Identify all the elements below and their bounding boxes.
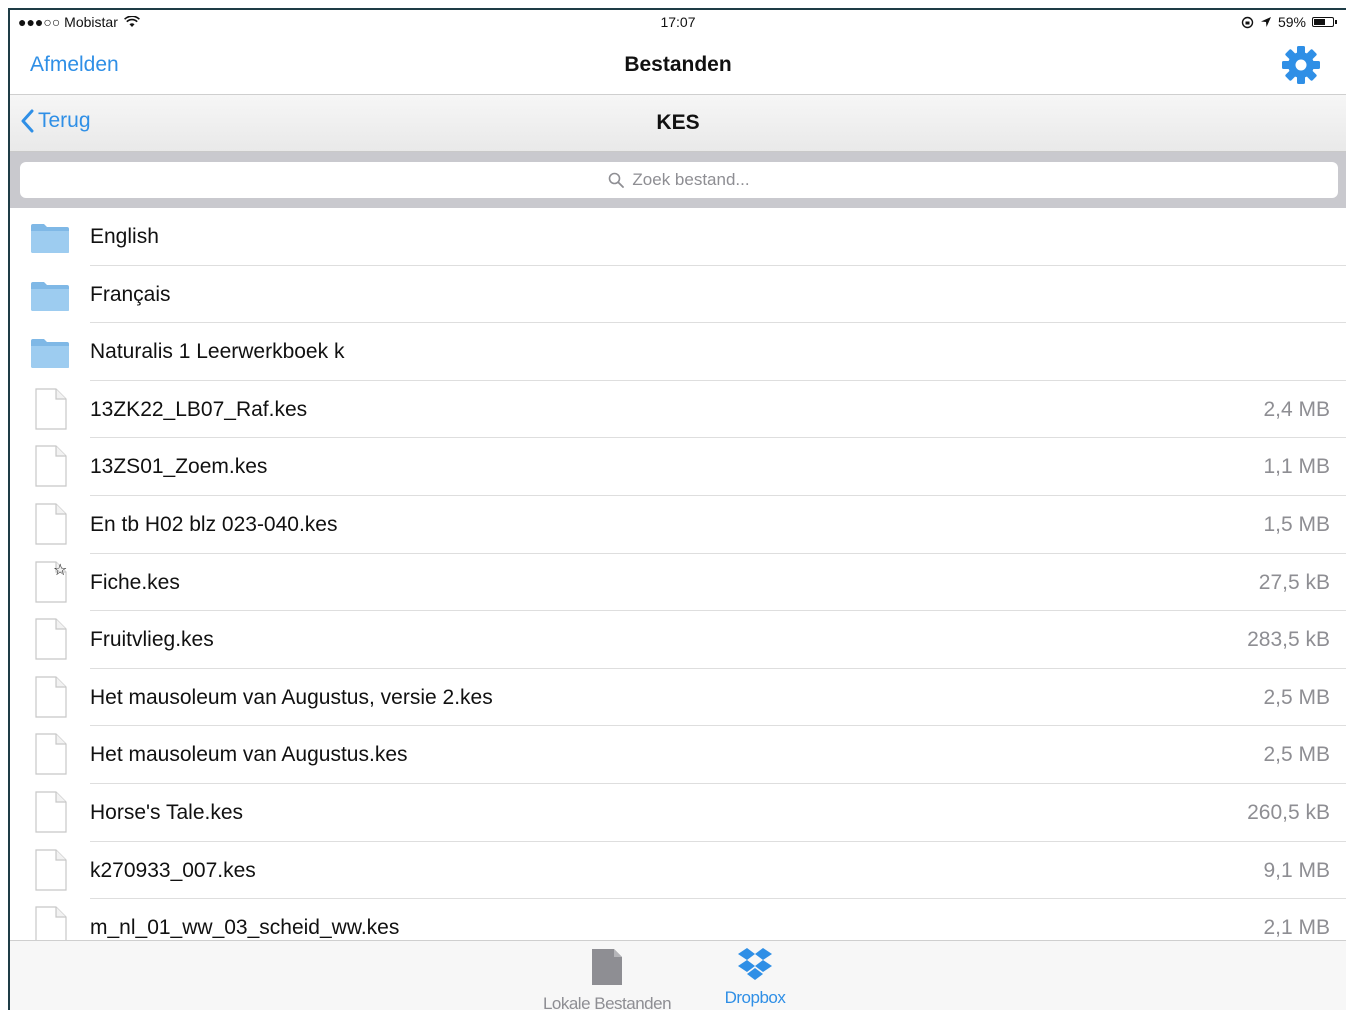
item-name: Français (90, 282, 171, 306)
app-window: ●●●○○ Mobistar 17:07 59% Afmelden Bestan… (8, 8, 1346, 1010)
file-row[interactable]: Fruitvlieg.kes 283,5 kB (10, 611, 1346, 669)
tab-local-files-label: Lokale Bestanden (542, 994, 672, 1010)
file-row[interactable]: En tb H02 blz 023-040.kes 1,5 MB (10, 496, 1346, 554)
search-placeholder: Zoek bestand... (632, 170, 750, 189)
item-name: Fruitvlieg.kes (90, 628, 214, 652)
document-icon (32, 444, 68, 493)
dropbox-icon (738, 948, 772, 980)
folder-row[interactable]: Français (10, 266, 1346, 324)
file-row[interactable]: 13ZK22_LB07_Raf.kes 2,4 MB (10, 381, 1346, 439)
folder-icon (30, 337, 70, 374)
status-right-group: 59% (1241, 14, 1337, 30)
rotation-lock-icon (1241, 16, 1254, 28)
search-bar: Zoek bestand... (10, 152, 1346, 208)
search-input[interactable]: Zoek bestand... (20, 162, 1338, 198)
item-name: Het mausoleum van Augustus.kes (90, 743, 408, 767)
item-name: 13ZK22_LB07_Raf.kes (90, 397, 308, 421)
page-title: Bestanden (624, 53, 732, 76)
document-icon (592, 949, 622, 985)
folder-title: KES (656, 111, 700, 134)
item-name: Naturalis 1 Leerwerkboek k (90, 340, 345, 364)
file-row[interactable]: 13ZS01_Zoem.kes 1,1 MB (10, 438, 1346, 496)
document-icon (32, 732, 68, 781)
file-row[interactable]: Het mausoleum van Augustus.kes 2,5 MB (10, 726, 1346, 784)
item-name: m_nl_01_ww_03_scheid_ww.kes (90, 916, 400, 940)
item-name: Fiche.kes (90, 570, 180, 594)
svg-text:☆: ☆ (53, 560, 67, 579)
file-size: 2,5 MB (1263, 743, 1330, 767)
status-time: 17:07 (660, 14, 696, 30)
file-size: 1,1 MB (1263, 455, 1330, 479)
status-bar: ●●●○○ Mobistar 17:07 59% (10, 10, 1346, 36)
location-arrow-icon (1260, 17, 1271, 27)
starred-document-icon: ☆ (32, 560, 68, 609)
file-size: 283,5 kB (1247, 628, 1330, 652)
document-icon (32, 617, 68, 666)
folder-icon (30, 222, 70, 259)
item-name: English (90, 225, 159, 248)
document-icon (32, 502, 68, 551)
folder-icon (30, 280, 70, 317)
tab-local-files[interactable]: Lokale Bestanden (542, 947, 672, 1010)
search-icon (609, 172, 625, 188)
document-icon (32, 387, 68, 436)
top-navigation-bar: Afmelden Bestanden (10, 36, 1346, 95)
file-size: 2,5 MB (1263, 685, 1330, 709)
file-row[interactable]: ☆ Fiche.kes 27,5 kB (10, 554, 1346, 612)
document-icon (32, 848, 68, 897)
file-row[interactable]: Het mausoleum van Augustus, versie 2.kes… (10, 669, 1346, 727)
file-size: 1,5 MB (1263, 512, 1330, 536)
item-name: 13ZS01_Zoem.kes (90, 455, 268, 479)
file-list: English Français Naturalis 1 Leerwerkboek … (10, 208, 1346, 957)
file-row[interactable]: Horse's Tale.kes 260,5 kB (10, 784, 1346, 842)
tab-dropbox-label: Dropbox (724, 988, 786, 1007)
item-name: k270933_007.kes (90, 858, 256, 882)
item-name: Horse's Tale.kes (90, 800, 244, 824)
item-name: Het mausoleum van Augustus, versie 2.kes (90, 685, 493, 709)
gear-icon[interactable] (1280, 44, 1322, 86)
battery-percent: 59% (1277, 14, 1306, 30)
folder-row[interactable]: English (10, 208, 1346, 266)
battery-icon (1312, 17, 1337, 27)
file-size: 2,4 MB (1263, 397, 1330, 421)
file-size: 2,1 MB (1263, 916, 1330, 940)
tab-bar: Lokale Bestanden Dropbox (10, 940, 1346, 1010)
file-size: 9,1 MB (1263, 858, 1330, 882)
document-icon (32, 790, 68, 839)
file-row[interactable]: k270933_007.kes 9,1 MB (10, 842, 1346, 900)
tab-dropbox[interactable]: Dropbox (710, 947, 800, 1008)
document-icon (32, 675, 68, 724)
file-size: 260,5 kB (1247, 800, 1330, 824)
file-size: 27,5 kB (1258, 570, 1330, 594)
item-name: En tb H02 blz 023-040.kes (90, 512, 338, 536)
folder-row[interactable]: Naturalis 1 Leerwerkboek k (10, 323, 1346, 381)
folder-navigation-bar: Terug KES (10, 95, 1346, 152)
